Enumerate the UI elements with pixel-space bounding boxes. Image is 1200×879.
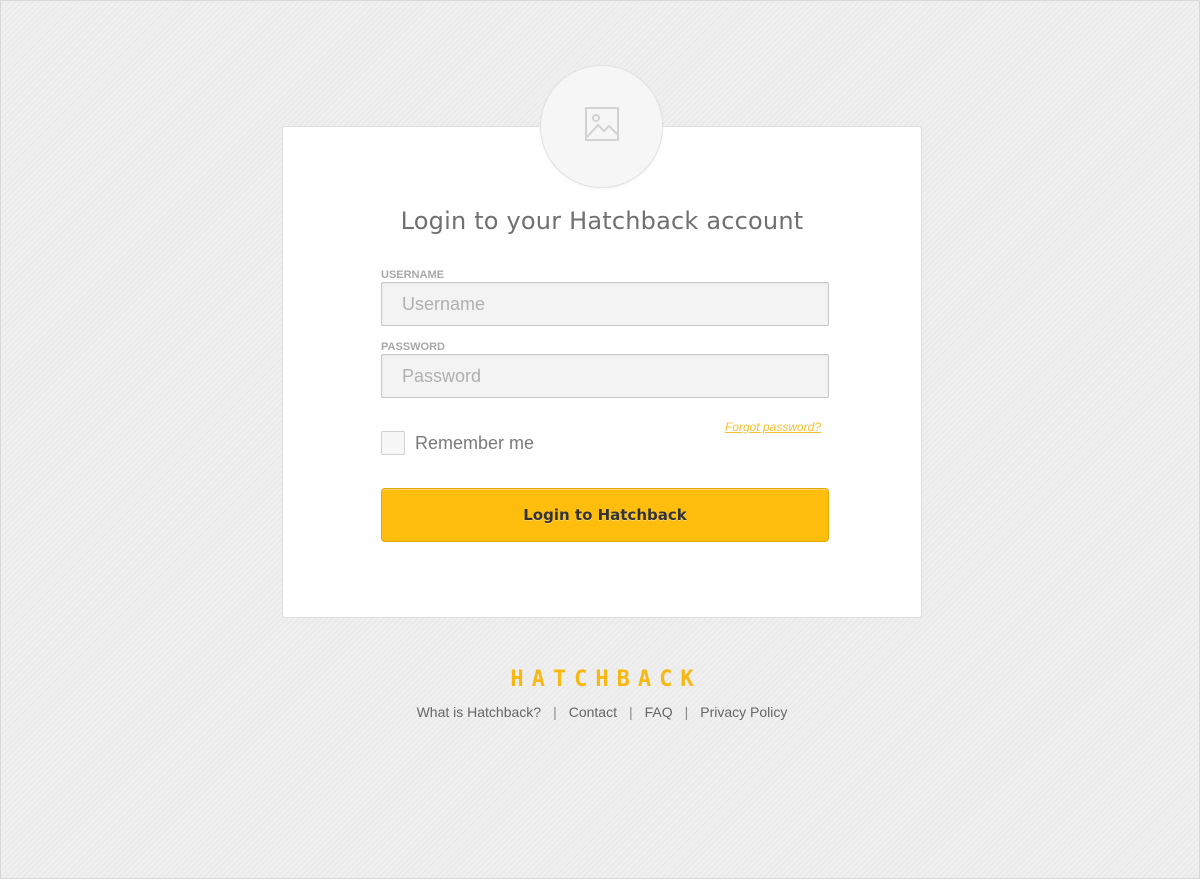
hatchback-logo: HATCHBACK bbox=[510, 667, 702, 692]
footer-link-contact[interactable]: Contact bbox=[569, 704, 617, 720]
footer-separator: | bbox=[628, 704, 633, 720]
login-button[interactable]: Login to Hatchback bbox=[381, 488, 829, 542]
username-input[interactable] bbox=[381, 282, 829, 326]
footer-separator: | bbox=[684, 704, 689, 720]
footer-link-faq[interactable]: FAQ bbox=[645, 704, 673, 720]
footer-links: What is Hatchback? | Contact | FAQ | Privacy P… bbox=[282, 704, 922, 720]
password-input[interactable] bbox=[381, 354, 829, 398]
image-placeholder-icon bbox=[584, 107, 619, 146]
footer-link-privacy[interactable]: Privacy Policy bbox=[700, 704, 787, 720]
page-title: Login to your Hatchback account bbox=[400, 207, 804, 235]
password-label: PASSWORD bbox=[381, 341, 445, 353]
remember-me-label[interactable]: Remember me bbox=[415, 433, 534, 454]
footer-separator: | bbox=[553, 704, 557, 720]
username-label: USERNAME bbox=[381, 269, 444, 281]
forgot-password-link[interactable]: Forgot password? bbox=[725, 420, 821, 434]
avatar bbox=[540, 65, 663, 188]
remember-me-checkbox[interactable] bbox=[381, 431, 405, 455]
footer-link-what-is[interactable]: What is Hatchback? bbox=[417, 704, 542, 720]
